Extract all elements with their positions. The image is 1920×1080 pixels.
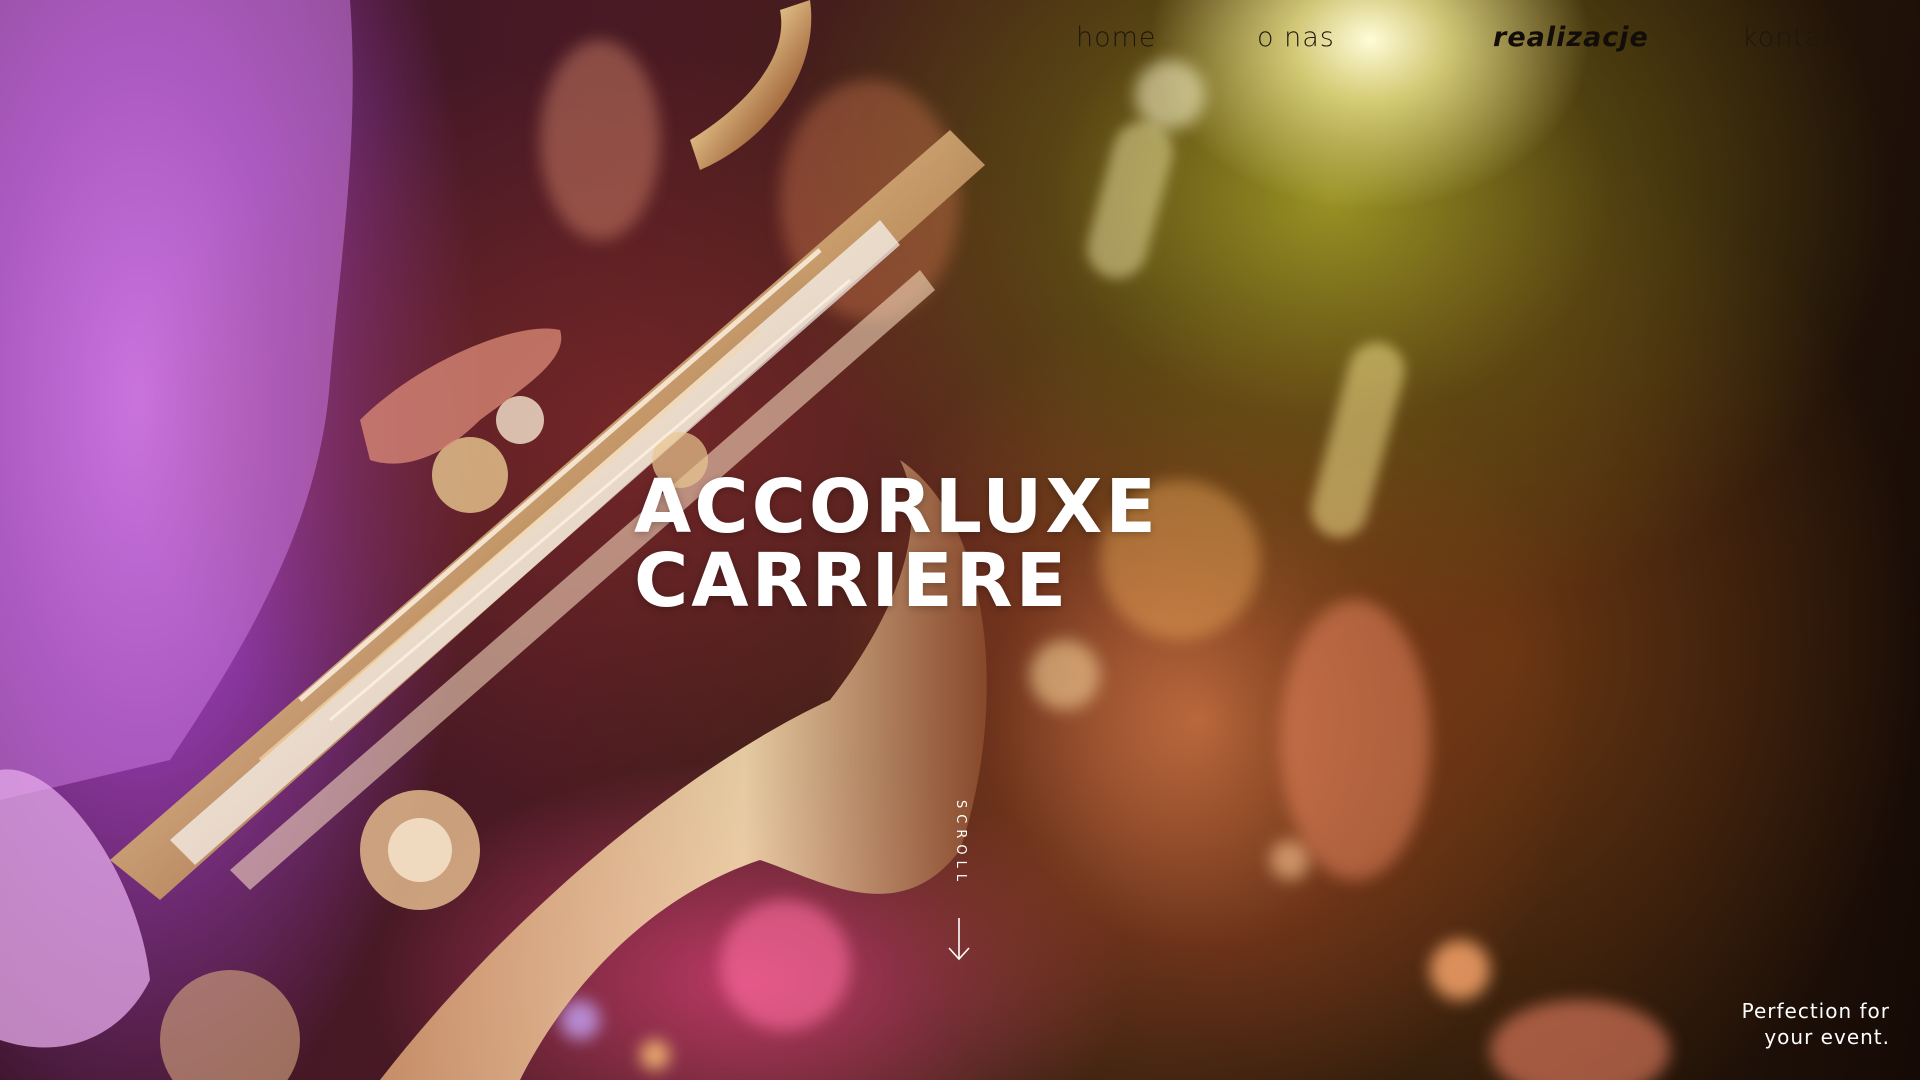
hero-title-line-2: CARRIERE xyxy=(634,538,1070,624)
scroll-label: SCROLL xyxy=(953,800,968,888)
nav-link-about[interactable]: o nas xyxy=(1257,22,1335,53)
arrow-down-icon[interactable] xyxy=(944,918,974,962)
hero-title-line-1: ACCORLUXE xyxy=(634,464,1159,550)
nav-link-projects[interactable]: realizacje xyxy=(1493,22,1649,53)
main-nav: home o nas realizacje kontakt xyxy=(0,22,1920,62)
hero-tagline: Perfection for your event. xyxy=(1630,998,1890,1050)
nav-link-contact[interactable]: kontakt xyxy=(1742,22,1851,53)
hero-section: home o nas realizacje kontakt ACCORLUXE … xyxy=(0,0,1920,1080)
tagline-line-1: Perfection for xyxy=(1741,999,1890,1023)
hero-title: ACCORLUXE CARRIERE xyxy=(634,470,1254,618)
tagline-line-2: your event. xyxy=(1764,1025,1890,1049)
nav-link-home[interactable]: home xyxy=(1076,22,1157,53)
